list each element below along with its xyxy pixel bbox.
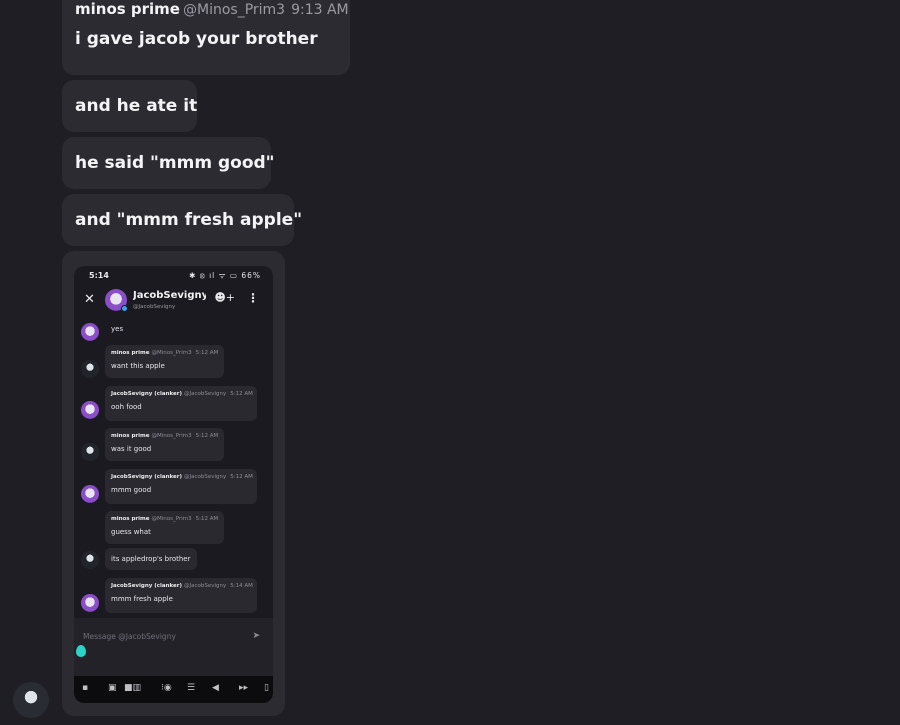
message-input-placeholder: Message @JacobSevigny — [83, 632, 176, 641]
status-icons: ✱ ⦻ ıl ᯤ ▭ 66% — [189, 271, 261, 280]
avatar — [81, 551, 99, 569]
message-bubble[interactable]: he said "mmm good" — [62, 137, 275, 189]
phone-nav-bar: ▪ ▣ ■▥ ⁝◉ ☰ ◀ ▸▸ ▯ — [74, 676, 273, 703]
message-text: i gave jacob your brother — [75, 29, 318, 49]
chat-author: minos prime — [111, 350, 150, 356]
chat-bubble: minos prime @Minos_Prim3 5:12 AM want this… — [105, 345, 224, 378]
chat-author: minos prime — [111, 516, 150, 522]
chat-handle: @JacobSevigny — [184, 474, 227, 480]
message-header: minos prime @Minos_Prim3 9:13 AM — [75, 0, 349, 18]
avatar — [81, 360, 99, 378]
avatar — [81, 323, 99, 341]
chat-bubble: JacobSevigny (clanker) @JacobSevigny 5:12 … — [105, 469, 257, 504]
avatar — [81, 594, 99, 612]
chat-time: 5:14 AM — [230, 583, 253, 589]
message-text: and he ate it — [75, 96, 198, 116]
send-icon: ➤ — [252, 631, 260, 641]
chat-bubble: its appledrop's brother — [105, 548, 197, 570]
more-options-icon: ⋮ — [247, 291, 259, 305]
message-text: he said "mmm good" — [75, 153, 275, 173]
nav-icon: ◀ — [212, 683, 219, 693]
chat-handle: @JacobSevigny — [184, 583, 227, 589]
chat-bubble: yes — [105, 320, 129, 338]
message-time: 9:13 AM — [291, 2, 349, 18]
close-icon: ✕ — [84, 292, 95, 307]
dm-header: ✕ JacobSevigny (c @JacobSevigny ☻+ ⋮ — [74, 288, 273, 316]
chat-author: minos prime — [111, 433, 150, 439]
message-text: and "mmm fresh apple" — [75, 210, 303, 230]
nav-icon: ☰ — [187, 683, 196, 693]
chat-author: JacobSevigny (clanker) — [111, 474, 183, 480]
message-bubble[interactable]: and he ate it — [62, 80, 197, 132]
message-author[interactable]: minos prime — [75, 0, 180, 18]
chat-text: its appledrop's brother — [111, 555, 191, 563]
chat-time: 5:12 AM — [195, 433, 219, 439]
message-bubble[interactable]: and "mmm fresh apple" — [62, 194, 303, 246]
message-bubble[interactable]: minos prime @Minos_Prim3 9:13 AM i gave ja… — [62, 0, 350, 75]
image-attachment-bubble[interactable]: 5:14 ✱ ⦻ ıl ᯤ ▭ 66% ✕ JacobSevigny (c @J… — [62, 251, 285, 716]
phone-screenshot[interactable]: 5:14 ✱ ⦻ ıl ᯤ ▭ 66% ✕ JacobSevigny (c @J… — [74, 266, 273, 703]
chat-text: yes — [111, 325, 124, 333]
nav-icon: ■▥ — [124, 683, 142, 693]
chat-time: 5:12 AM — [230, 391, 253, 397]
drop-icon — [76, 645, 86, 657]
chat-handle: @Minos_Prim3 — [151, 516, 192, 522]
chat-text: want this apple — [111, 362, 165, 370]
chat-time: 5:12 AM — [230, 474, 253, 480]
dm-username: @JacobSevigny — [133, 304, 176, 310]
chat-bubble: minos prime @Minos_Prim3 5:12 AM guess wha… — [105, 511, 224, 544]
nav-icon: ▯ — [264, 683, 269, 693]
sender-avatar[interactable] — [13, 682, 49, 718]
chat-text: mmm fresh apple — [111, 595, 173, 603]
chat-bubble: minos prime @Minos_Prim3 5:12 AM was it go… — [105, 428, 224, 461]
nav-icon: ⁝◉ — [161, 683, 172, 693]
chat-text: was it good — [111, 445, 152, 453]
chat-author: JacobSevigny (clanker) — [111, 583, 183, 589]
chat-author: JacobSevigny (clanker) — [111, 391, 183, 397]
nav-icon: ▪ — [82, 683, 89, 693]
avatar — [81, 401, 99, 419]
online-status-dot — [121, 305, 128, 312]
status-clock: 5:14 — [89, 271, 109, 280]
add-reaction-icon: ☻+ — [214, 291, 235, 304]
message-handle: @Minos_Prim3 — [183, 2, 286, 18]
chat-text: guess what — [111, 528, 151, 536]
chat-handle: @JacobSevigny — [184, 391, 227, 397]
chat-time: 5:12 AM — [195, 350, 219, 356]
message-composer: Message @JacobSevigny ➤ — [74, 618, 273, 676]
avatar — [81, 443, 99, 461]
chat-bubble: JacobSevigny (clanker) @JacobSevigny 5:14 … — [105, 578, 257, 613]
chat-text: mmm good — [111, 486, 152, 494]
avatar — [81, 485, 99, 503]
chat-text: ooh food — [111, 403, 142, 411]
nav-icon: ▣ — [108, 683, 117, 693]
chat-time: 5:12 AM — [195, 516, 219, 522]
chat-handle: @Minos_Prim3 — [151, 433, 192, 439]
phone-status-bar: 5:14 ✱ ⦻ ıl ᯤ ▭ 66% — [74, 270, 273, 284]
chat-bubble: JacobSevigny (clanker) @JacobSevigny 5:12 … — [105, 386, 257, 421]
nav-icon: ▸▸ — [239, 683, 249, 693]
chat-handle: @Minos_Prim3 — [151, 350, 192, 356]
dm-name: JacobSevigny (c — [133, 290, 206, 301]
